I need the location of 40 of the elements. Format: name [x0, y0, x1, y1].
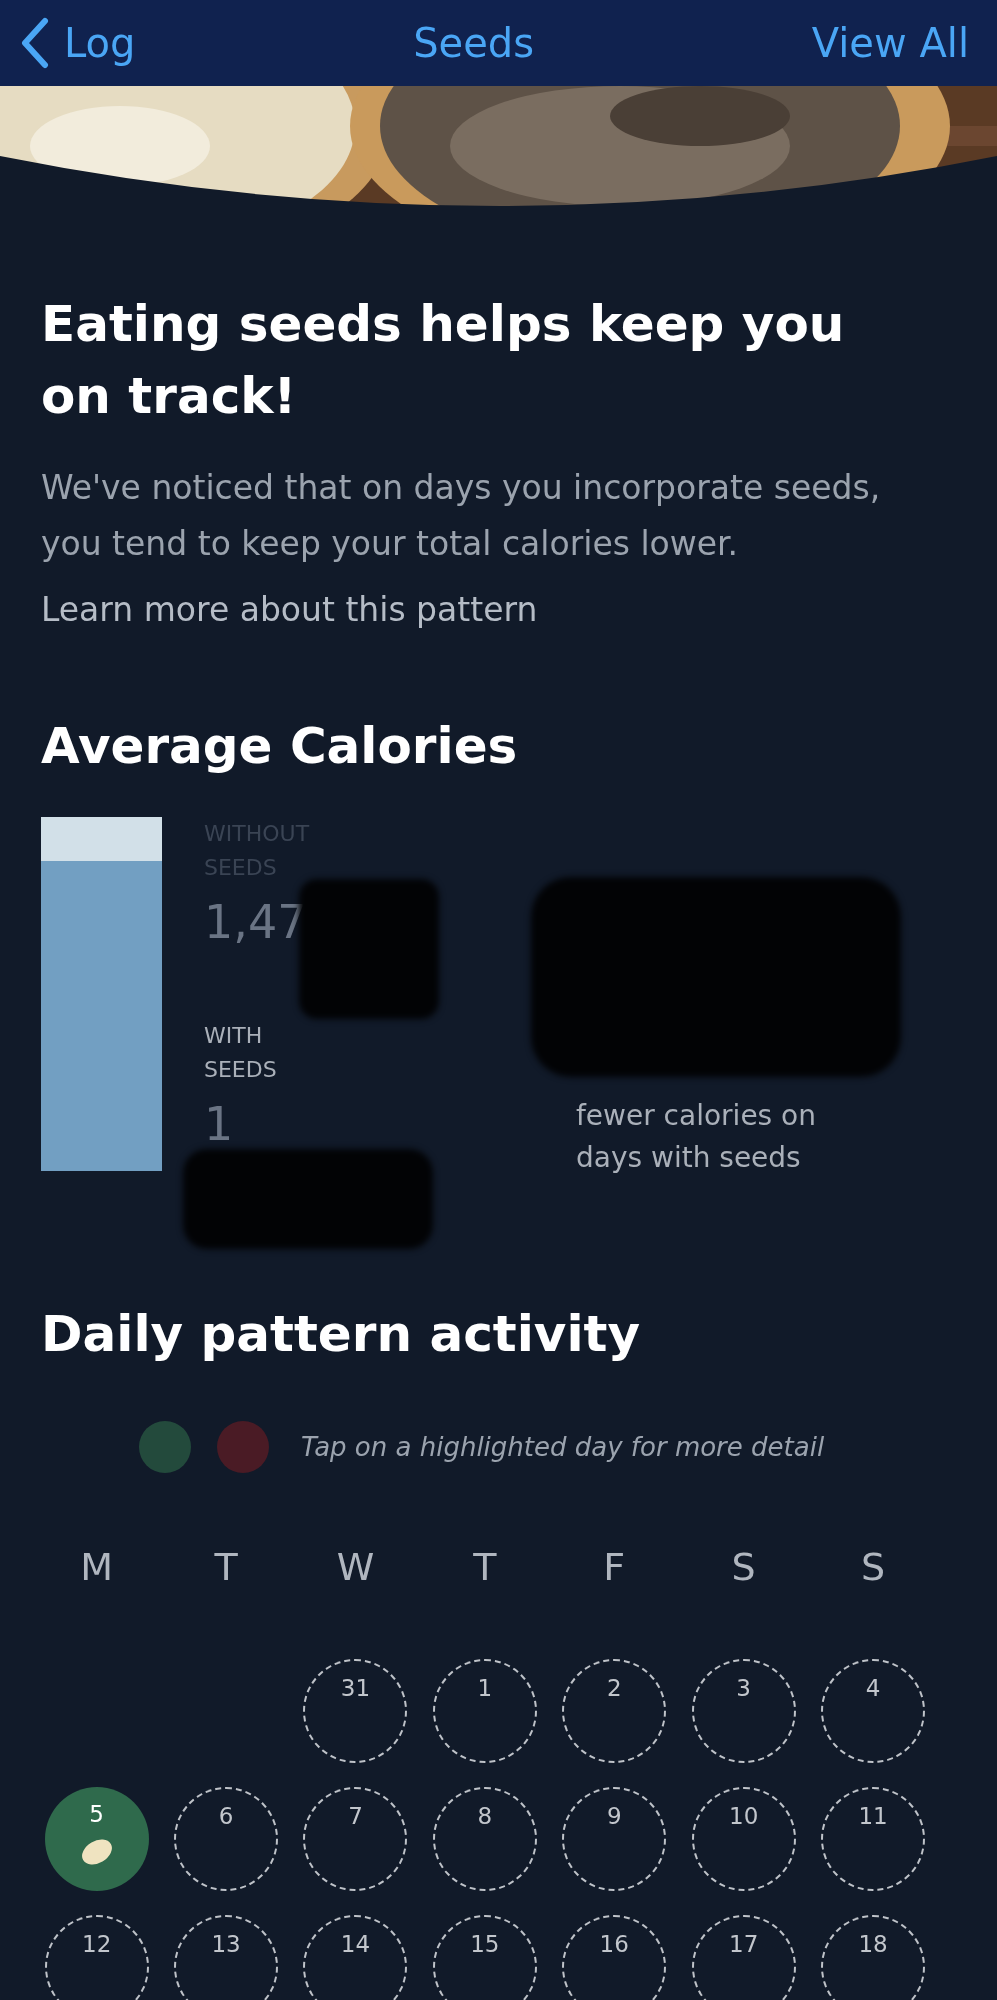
calendar-day[interactable]: 14: [303, 1915, 408, 2000]
weekday-label: S: [730, 1545, 757, 1589]
back-chevron-icon: [20, 17, 50, 69]
calendar-day[interactable]: 13: [174, 1915, 279, 2000]
calendar-day[interactable]: 12: [44, 1915, 149, 2000]
weekday-label: M: [79, 1545, 115, 1589]
calendar-day[interactable]: 9: [562, 1787, 667, 1891]
insight-text: We've noticed that on days you incorporate seeds, you tend to keep your total calories lower.: [41, 467, 882, 565]
calendar-day[interactable]: 31: [303, 1659, 408, 1763]
calendar-day[interactable]: 7: [303, 1787, 408, 1891]
calendar-day[interactable]: 11: [821, 1787, 926, 1891]
calendar-day[interactable]: 18: [821, 1915, 926, 2000]
section-title: Average Calories: [41, 716, 519, 777]
insight-title: Eating seeds helps keep you on track!: [41, 294, 846, 427]
calendar-day[interactable]: 8: [432, 1787, 537, 1891]
weekday-label: T: [213, 1545, 239, 1589]
weekday-label: S: [859, 1545, 887, 1589]
calendar-day[interactable]: 1: [432, 1659, 537, 1763]
weekday-label: T: [472, 1545, 498, 1589]
without-seeds-value: 1,47: [204, 895, 308, 949]
calendar-day[interactable]: 6: [174, 1787, 279, 1891]
page-title: Seeds: [413, 20, 535, 66]
back-button[interactable]: Log: [20, 17, 136, 69]
calendar-day[interactable]: 15: [432, 1915, 537, 2000]
hint-text: Tap on a highlighted day for more detail: [301, 1432, 825, 1462]
calendar-day[interactable]: 17: [691, 1915, 796, 2000]
weekday-label: F: [602, 1545, 627, 1589]
view-all-button[interactable]: View All: [811, 20, 969, 66]
learn-more-link[interactable]: Learn more about this pattern: [41, 590, 538, 629]
calendar-day[interactable]: 2: [562, 1659, 667, 1763]
difference-caption: fewer calories on days with seeds: [576, 1098, 817, 1176]
with-seeds-label: WITH SEEDS: [204, 1022, 278, 1084]
calendar-day[interactable]: 10: [691, 1787, 796, 1891]
section-title: Daily pattern activity: [41, 1304, 642, 1365]
calendar-day[interactable]: 16: [562, 1915, 667, 2000]
calendar-day[interactable]: 3: [691, 1659, 796, 1763]
calendar-day[interactable]: 4: [821, 1659, 926, 1763]
calendar-day[interactable]: 5: [44, 1787, 149, 1891]
with-seeds-value: 1: [204, 1097, 235, 1151]
weekday-label: W: [335, 1545, 376, 1589]
